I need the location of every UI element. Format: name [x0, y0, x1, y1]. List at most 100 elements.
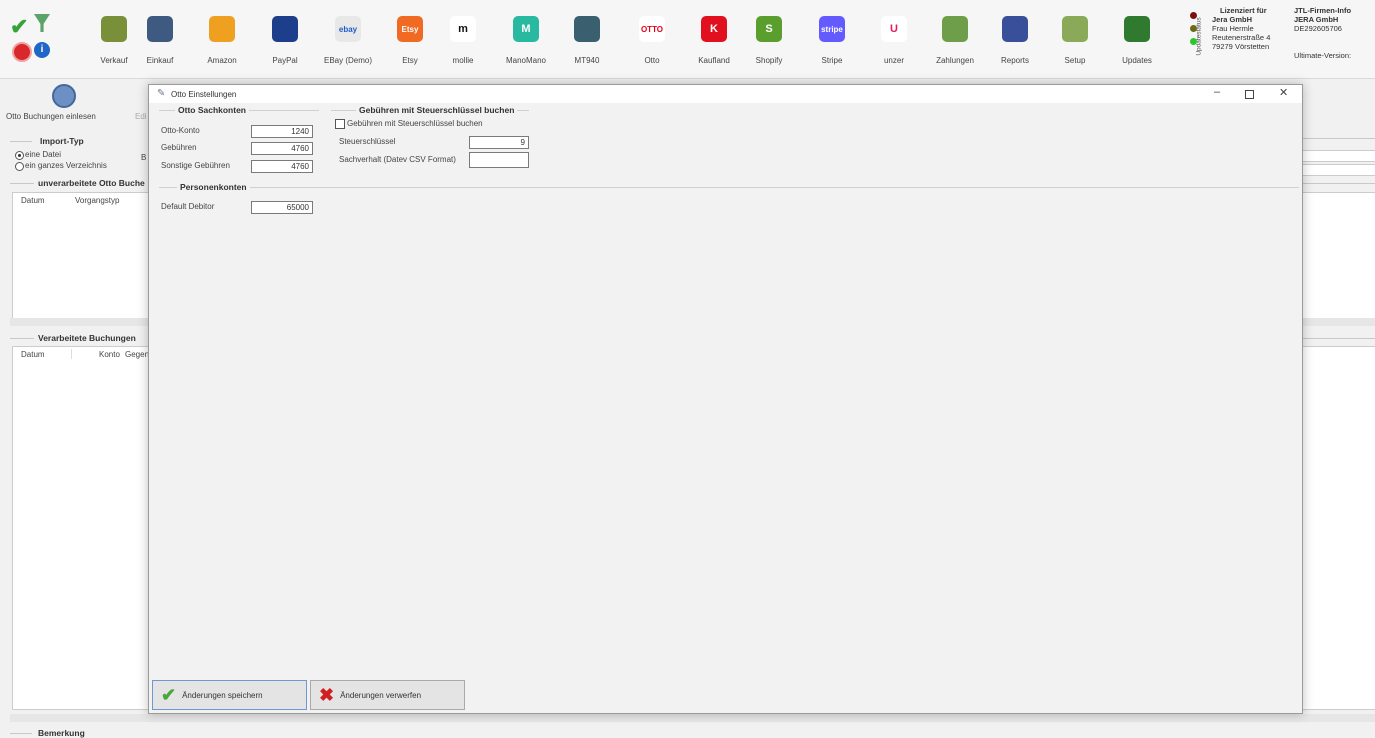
- toolbar-button-label: Updates: [1122, 56, 1152, 65]
- radio-folder-label: ein ganzes Verzeichnis: [25, 161, 107, 170]
- unprocessed-table[interactable]: Datum Vorgangstyp: [12, 192, 150, 319]
- etsy-icon: Etsy: [397, 16, 423, 42]
- toolbar-button-unzer[interactable]: Uunzer: [864, 8, 924, 72]
- import-button[interactable]: Otto Buchungen einlesen: [6, 84, 126, 122]
- sachkonten-heading: Otto Sachkonten: [175, 105, 250, 115]
- column-header: Datum: [21, 196, 45, 205]
- manomano-icon: M: [513, 16, 539, 42]
- info-icon[interactable]: i: [34, 42, 50, 58]
- import-button-label: Otto Buchungen einlesen: [6, 112, 96, 121]
- background-table: [1302, 346, 1375, 710]
- main-toolbar: ✔ i Verkauf Einkauf Amazon PayPal ebay EBay (…: [0, 0, 1375, 79]
- unzer-icon: U: [881, 16, 907, 42]
- save-button-label: Änderungen speichern: [182, 690, 263, 700]
- funnel-icon[interactable]: [34, 14, 50, 32]
- truncated-label: Edi: [135, 112, 147, 121]
- radio-file[interactable]: [15, 151, 24, 160]
- radio-file-label: eine Datei: [25, 150, 62, 159]
- sonstige-gebuehren-input[interactable]: 4760: [251, 160, 313, 173]
- debitor-input[interactable]: 65000: [251, 201, 313, 214]
- toolbar-button-zahlungen[interactable]: Zahlungen: [925, 8, 985, 72]
- debitor-label: Default Debitor: [161, 202, 215, 211]
- steuer-checkbox[interactable]: [335, 119, 345, 129]
- toolbar-button-amazon[interactable]: Amazon: [192, 8, 252, 72]
- jtl-block: JTL-Firmen-Info JERA GmbH DE292605706 Ul…: [1294, 6, 1351, 60]
- toolbar-button-label: mollie: [452, 56, 474, 65]
- toolbar-button-stripe[interactable]: stripe Stripe: [802, 8, 862, 72]
- settings-pen-icon: ✎: [157, 88, 166, 99]
- sachverhalt-label: Sachverhalt (Datev CSV Format): [339, 155, 456, 164]
- mt940-icon: [574, 16, 600, 42]
- processed-heading: Verarbeitete Buchungen: [38, 333, 136, 343]
- jtl-id: DE292605706: [1294, 24, 1342, 33]
- toolbar-button-einkauf[interactable]: Einkauf: [130, 8, 190, 72]
- unprocessed-heading: unverarbeitete Otto Buche: [38, 178, 145, 188]
- toolbar-button-label: MT940: [574, 56, 600, 65]
- divider: [1302, 183, 1375, 184]
- import-type-heading: Import-Typ: [40, 136, 84, 146]
- sachverhalt-input[interactable]: [469, 152, 529, 168]
- steuerschluessel-input[interactable]: 9: [469, 136, 529, 149]
- processed-table[interactable]: Datum Konto Gegen: [12, 346, 150, 710]
- column-header: Gegen: [125, 350, 150, 359]
- stripe-icon: stripe: [819, 16, 845, 42]
- save-button[interactable]: ✔ Änderungen speichern: [152, 680, 307, 710]
- status-light-yellow: [1190, 25, 1197, 32]
- divider: [159, 187, 1299, 188]
- ebay-icon: ebay: [335, 16, 361, 42]
- amazon-icon: [209, 16, 235, 42]
- divider: [10, 338, 34, 339]
- checkmark-icon: ✔: [161, 684, 177, 705]
- checkmark-icon[interactable]: ✔: [10, 14, 28, 40]
- power-icon[interactable]: [12, 42, 32, 62]
- otto-settings-dialog: ✎ Otto Einstellungen – ✕ Otto Sachkonten…: [148, 84, 1303, 714]
- jtl-heading: JTL-Firmen-Info: [1294, 6, 1352, 15]
- steuer-checkbox-label: Gebühren mit Steuerschlüssel buchen: [347, 119, 483, 128]
- toolbar-button-paypal[interactable]: PayPal: [255, 8, 315, 72]
- background-table: [1302, 192, 1375, 319]
- toolbar-button-shopify[interactable]: S Shopify: [739, 8, 799, 72]
- minimize-button[interactable]: –: [1214, 86, 1220, 98]
- toolbar-button-label: Amazon: [207, 56, 237, 65]
- licensed-street: Reutenerstraße 4: [1212, 33, 1271, 42]
- maximize-button[interactable]: [1245, 90, 1254, 99]
- toolbar-button-reports[interactable]: Reports: [985, 8, 1045, 72]
- divider: [10, 733, 32, 734]
- radio-folder[interactable]: [15, 162, 24, 171]
- column-header: Vorgangstyp: [75, 196, 120, 205]
- toolbar-button-setup[interactable]: Setup: [1045, 8, 1105, 72]
- toolbar-button-otto[interactable]: OTTO Otto: [622, 8, 682, 72]
- divider: [10, 141, 32, 142]
- gebuehren-input[interactable]: 4760: [251, 142, 313, 155]
- toolbar-button-mt940[interactable]: MT940: [557, 8, 617, 72]
- toolbar-button-updates[interactable]: Updates: [1107, 8, 1167, 72]
- license-panel: Updatestatus Lizenziert für Jera GmbH Fr…: [1178, 2, 1375, 74]
- cross-icon: ✖: [319, 684, 335, 705]
- discard-button-label: Änderungen verwerfen: [340, 690, 422, 700]
- horizontal-scrollbar[interactable]: [10, 318, 148, 326]
- background-field: [1302, 164, 1375, 176]
- otto-konto-input[interactable]: 1240: [251, 125, 313, 138]
- licensed-block: Lizenziert für Jera GmbH Frau Hermle Reu…: [1212, 6, 1270, 51]
- toolbar-button-manomano[interactable]: M ManoMano: [496, 8, 556, 72]
- toolbar-button-mollie[interactable]: m mollie: [433, 8, 493, 72]
- toolbar-button-ebay-demo-[interactable]: ebay EBay (Demo): [318, 8, 378, 72]
- licensed-contact: Frau Hermle: [1212, 24, 1254, 33]
- dialog-title: Otto Einstellungen: [171, 90, 237, 99]
- steuerschluessel-label: Steuerschlüssel: [339, 137, 396, 146]
- licensed-company: Jera GmbH: [1212, 15, 1253, 24]
- setup-icon: [1062, 16, 1088, 42]
- otto-icon: OTTO: [639, 16, 665, 42]
- discard-button[interactable]: ✖ Änderungen verwerfen: [310, 680, 465, 710]
- otto-konto-label: Otto-Konto: [161, 126, 200, 135]
- purchase-icon: [147, 16, 173, 42]
- steuer-heading: Gebühren mit Steuerschlüssel buchen: [356, 105, 518, 115]
- reports-icon: [1002, 16, 1028, 42]
- divider: [1302, 338, 1375, 339]
- status-light-red: [1190, 12, 1197, 19]
- toolbar-button-label: Shopify: [755, 56, 783, 65]
- horizontal-scrollbar[interactable]: [10, 714, 1375, 722]
- dialog-titlebar[interactable]: ✎ Otto Einstellungen – ✕: [149, 85, 1302, 103]
- update-status-label: Updatestatus: [1195, 17, 1203, 56]
- close-button[interactable]: ✕: [1279, 86, 1288, 99]
